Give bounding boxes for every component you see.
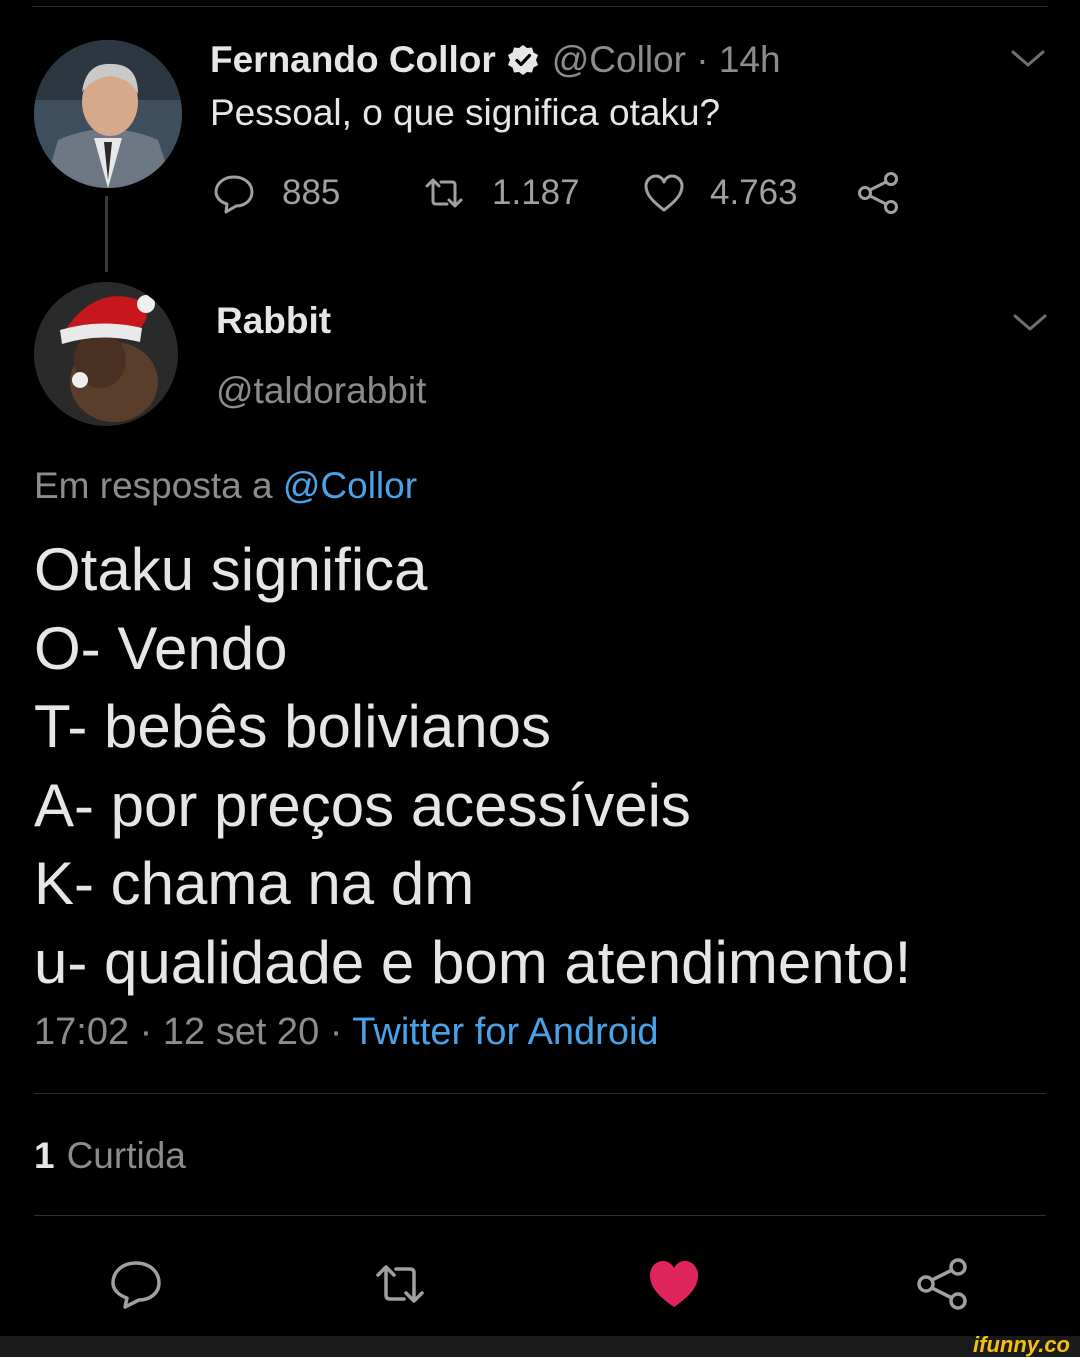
watermark-bar: [0, 1336, 1080, 1357]
like-count-button[interactable]: 4.763: [642, 171, 855, 215]
avatar-rabbit[interactable]: [34, 282, 178, 426]
likes-label: Curtida: [66, 1135, 186, 1176]
retweet-icon: [376, 1265, 424, 1303]
tweet-timestamp: 17:02 · 12 set 20 · Twitter for Android: [34, 1011, 659, 1054]
watermark-logo: ifunny.co: [973, 1332, 1070, 1357]
verified-badge-icon: [506, 43, 540, 77]
in-reply-label: Em resposta a: [34, 465, 283, 506]
like-button[interactable]: [646, 1256, 702, 1312]
retweet-button[interactable]: [372, 1256, 428, 1312]
tweet-line: T- bebês bolivianos: [34, 693, 551, 760]
divider: [32, 6, 1048, 7]
tweet-line: K- chama na dm: [34, 850, 475, 917]
reply-icon: [111, 1261, 161, 1309]
reply-count-button[interactable]: 885: [212, 171, 422, 215]
divider: [34, 1093, 1046, 1094]
tweet-line: Otaku significa: [34, 536, 428, 603]
likes-summary[interactable]: 1 Curtida: [34, 1135, 186, 1177]
share-button[interactable]: [914, 1256, 970, 1312]
author-handle[interactable]: @taldorabbit: [216, 370, 426, 412]
chevron-down-icon[interactable]: [1010, 48, 1046, 70]
heart-icon: [650, 1261, 698, 1307]
parent-tweet-header: Fernando Collor @Collor · 14h: [210, 38, 781, 82]
author-name[interactable]: Fernando Collor: [210, 39, 496, 81]
in-reply-to: Em resposta a @Collor: [34, 465, 417, 507]
heart-icon: [644, 174, 684, 212]
author-name[interactable]: Rabbit: [216, 300, 331, 342]
handle-and-time: @Collor · 14h: [551, 39, 781, 80]
avatar-collor[interactable]: [34, 40, 182, 188]
tweet-detail-screen: Fernando Collor @Collor · 14h Pessoal, o…: [0, 0, 1080, 1357]
retweet-count-button[interactable]: 1.187: [422, 171, 642, 215]
parent-tweet-stats: 885 1.187 4.763: [212, 168, 901, 218]
parent-tweet-text: Pessoal, o que significa otaku?: [210, 92, 721, 133]
source-link[interactable]: Twitter for Android: [352, 1011, 658, 1053]
share-button[interactable]: [855, 170, 901, 216]
time-date: 17:02 · 12 set 20 ·: [34, 1011, 353, 1053]
reply-button[interactable]: [108, 1256, 164, 1312]
share-icon: [858, 172, 898, 214]
in-reply-handle-link[interactable]: @Collor: [283, 465, 417, 506]
reply-count: 885: [282, 173, 341, 212]
tweet-line: u- qualidade e bom atendimento!: [34, 928, 912, 996]
share-icon: [917, 1258, 967, 1310]
tweet-line: O- Vendo: [34, 614, 288, 682]
likes-count: 1: [34, 1135, 55, 1176]
reply-tweet-text: Otaku significa O- Vendo T- bebês bolivi…: [34, 531, 911, 1002]
retweet-icon: [425, 178, 463, 208]
chevron-down-icon[interactable]: [1012, 312, 1048, 334]
retweet-count: 1.187: [492, 173, 580, 212]
tweet-line: A- por preços acessíveis: [34, 771, 691, 839]
reply-icon: [214, 175, 254, 214]
thread-connector: [105, 196, 108, 272]
like-count: 4.763: [710, 173, 798, 212]
divider: [34, 1215, 1046, 1216]
